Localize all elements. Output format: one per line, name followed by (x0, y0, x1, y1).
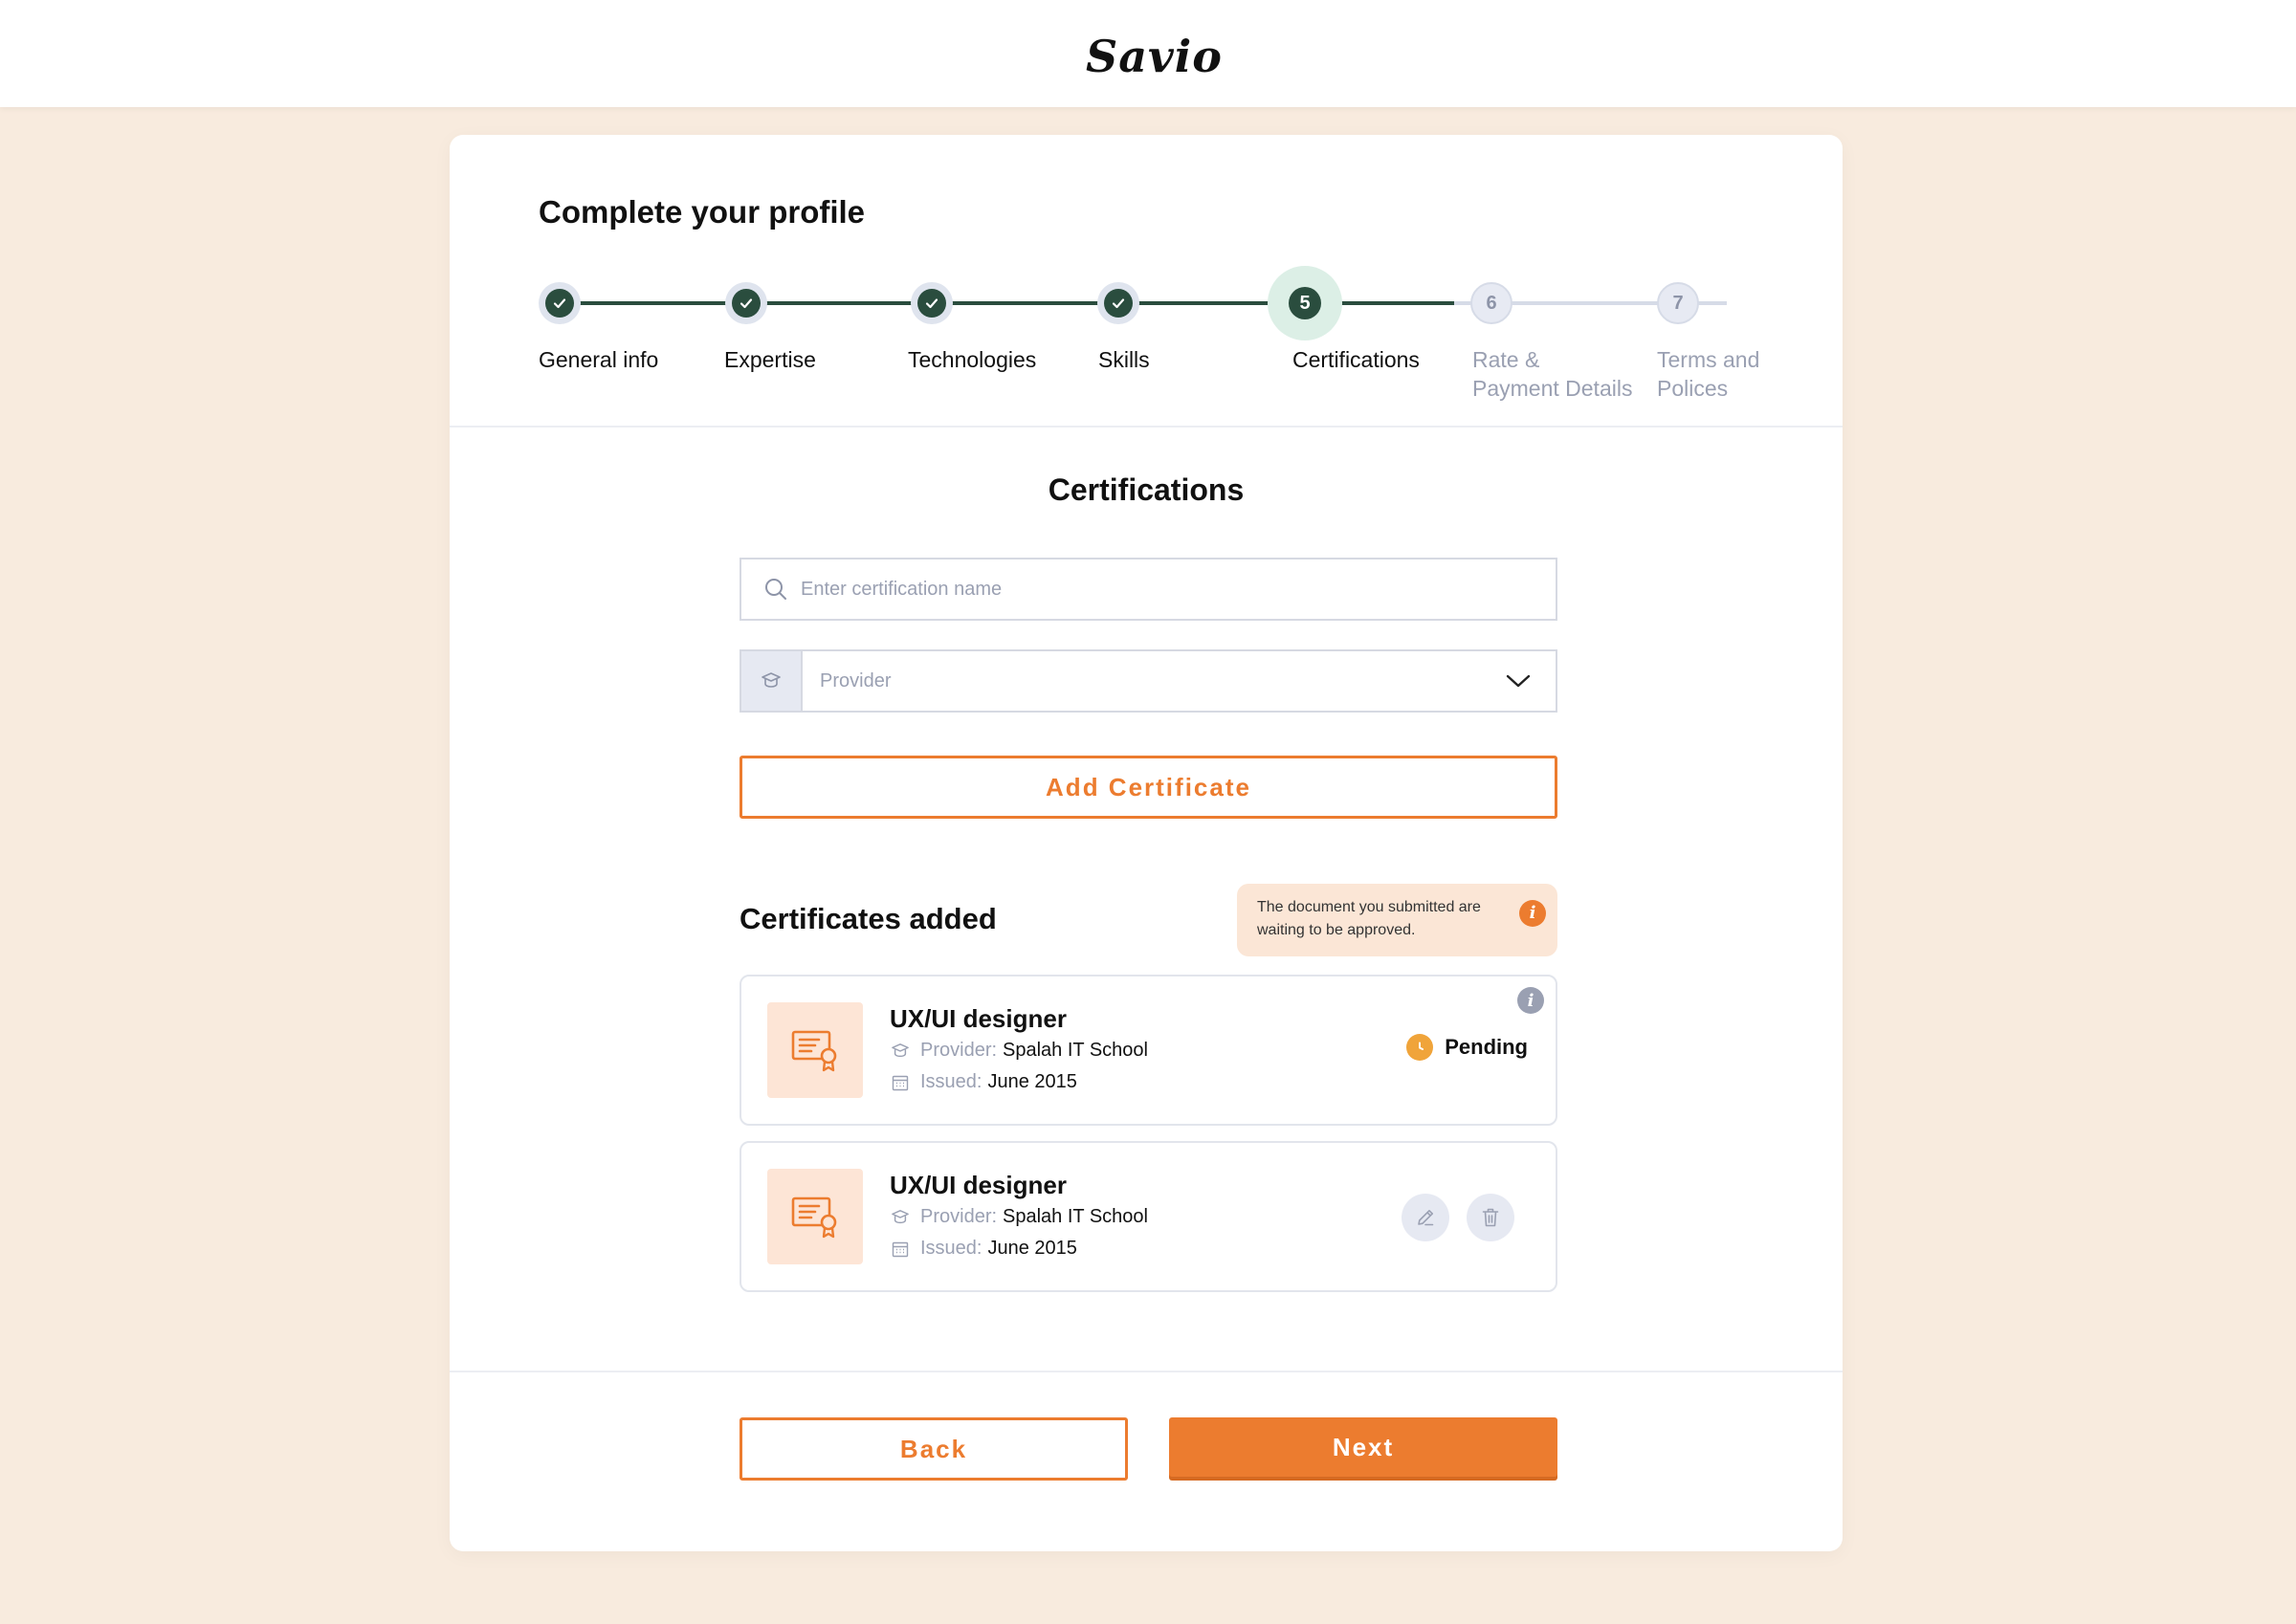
step-5-indicator[interactable]: 5 (1268, 266, 1342, 340)
approval-notice-text: The document you submitted are waiting t… (1257, 899, 1481, 938)
issued-value: June 2015 (987, 1238, 1077, 1259)
step-label-general-info[interactable]: General info (539, 345, 720, 374)
graduation-cap-icon (762, 672, 781, 688)
step-4-indicator[interactable] (1097, 282, 1139, 324)
provider-label: Provider: (920, 1040, 998, 1061)
info-icon[interactable]: i (1517, 987, 1544, 1014)
issued-label: Issued: (920, 1071, 982, 1092)
step-label-technologies[interactable]: Technologies (908, 345, 1090, 374)
provider-value: Spalah IT School (1003, 1040, 1148, 1061)
certificate-thumbnail (767, 1002, 863, 1098)
provider-value: Spalah IT School (1003, 1206, 1148, 1227)
calendar-icon (890, 1072, 911, 1093)
step-label-terms: Terms and Polices (1657, 347, 1760, 401)
graduation-cap-icon (890, 1207, 911, 1228)
next-button[interactable]: Next (1169, 1417, 1557, 1477)
step-label-rate-payment: Rate & Payment Details (1472, 347, 1633, 401)
step-7-indicator[interactable]: 7 (1657, 282, 1699, 324)
edit-certificate-button[interactable] (1402, 1194, 1449, 1241)
issued-label: Issued: (920, 1238, 982, 1259)
provider-select[interactable]: Provider (740, 649, 1557, 713)
certificate-provider: Provider: Spalah IT School (890, 1206, 1148, 1228)
step-5-number: 5 (1289, 287, 1321, 319)
profile-card: Complete your profile 5 6 7 General info… (450, 135, 1843, 1551)
progress-stepper: 5 6 7 General info Expertise Technologie… (450, 135, 1843, 427)
certificate-provider: Provider: Spalah IT School (890, 1040, 1148, 1062)
certificate-icon (791, 1196, 837, 1239)
provider-select-value: Provider (820, 669, 892, 691)
certificate-name: UX/UI designer (890, 1004, 1067, 1033)
top-bar: Savio (0, 0, 2296, 107)
edit-icon (1418, 1210, 1434, 1226)
clock-icon (1406, 1034, 1434, 1061)
step-label-skills[interactable]: Skills (1098, 345, 1280, 374)
certificates-added-title: Certificates added (740, 902, 997, 935)
search-icon (762, 576, 789, 603)
check-icon (740, 298, 753, 309)
trash-icon (1482, 1208, 1499, 1227)
certificate-card: UX/UI designer Provider: Spalah IT Schoo… (740, 975, 1557, 1126)
step-2-indicator[interactable] (725, 282, 767, 324)
graduation-cap-icon (890, 1041, 911, 1062)
section-title: Certifications (1048, 472, 1245, 507)
provider-prefix (741, 651, 803, 711)
info-icon[interactable]: i (1519, 900, 1546, 927)
status-text: Pending (1445, 1035, 1528, 1059)
check-icon (1112, 298, 1125, 309)
provider-label: Provider: (920, 1206, 998, 1227)
add-certificate-button[interactable]: Add Certificate (740, 756, 1557, 819)
step-label-certifications[interactable]: Certifications (1292, 345, 1474, 374)
delete-certificate-button[interactable] (1467, 1194, 1514, 1241)
status-badge: Pending (1406, 1034, 1528, 1061)
footer-divider (450, 1371, 1843, 1372)
certificate-issued: Issued: June 2015 (890, 1071, 1077, 1093)
certificate-icon (791, 1030, 837, 1072)
certification-search-field[interactable] (740, 558, 1557, 621)
certificate-issued: Issued: June 2015 (890, 1238, 1077, 1260)
certificate-card: UX/UI designer Provider: Spalah IT Schoo… (740, 1141, 1557, 1292)
certificate-name: UX/UI designer (890, 1171, 1067, 1199)
header-divider (450, 426, 1843, 428)
certificate-thumbnail (767, 1169, 863, 1264)
step-label-expertise[interactable]: Expertise (724, 345, 906, 374)
step-3-indicator[interactable] (911, 282, 953, 324)
certification-search-input[interactable] (801, 578, 1528, 601)
issued-value: June 2015 (987, 1071, 1077, 1092)
step-1-indicator[interactable] (539, 282, 581, 324)
chevron-down-icon[interactable] (1504, 667, 1533, 695)
check-icon (925, 298, 938, 309)
step-6-indicator[interactable]: 6 (1470, 282, 1512, 324)
check-icon (553, 298, 566, 309)
logo[interactable]: Savio (1086, 31, 1223, 82)
approval-notice: The document you submitted are waiting t… (1237, 884, 1557, 956)
back-button[interactable]: Back (740, 1417, 1128, 1481)
calendar-icon (890, 1239, 911, 1260)
